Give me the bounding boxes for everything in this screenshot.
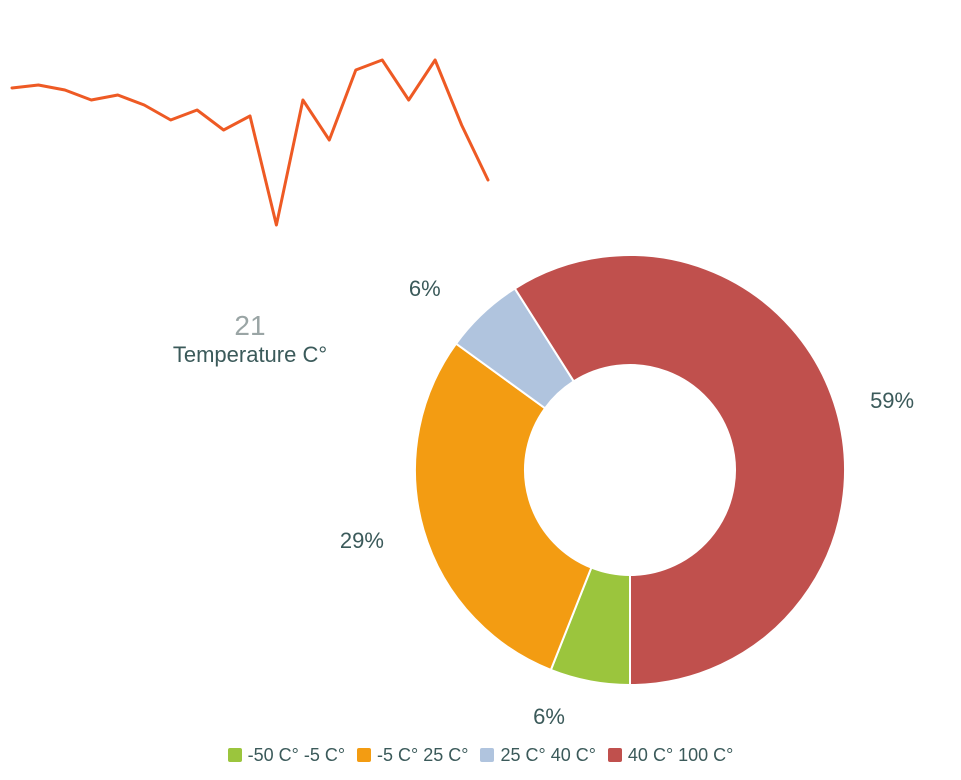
legend-swatch-1 [357,748,371,762]
legend-item-2: 25 C° 40 C° [480,744,595,766]
donut-slices [415,255,845,685]
sparkline-label: Temperature C° [140,342,360,368]
legend-label-2: 25 C° 40 C° [500,745,595,765]
donut-slice-label-0: 6% [533,704,565,730]
legend-swatch-2 [480,748,494,762]
legend-label-3: 40 C° 100 C° [628,745,733,765]
legend-swatch-3 [608,748,622,762]
legend-label-1: -5 C° 25 C° [377,745,468,765]
donut-slice-label-2: 6% [409,276,441,302]
sparkline-path [12,60,488,225]
donut-slice-label-1: 29% [340,528,384,554]
legend-label-0: -50 C° -5 C° [248,745,345,765]
legend: -50 C° -5 C° -5 C° 25 C° 25 C° 40 C° 40 C° … [0,744,961,766]
sparkline-value: 21 [210,310,290,342]
legend-swatch-0 [228,748,242,762]
legend-item-1: -5 C° 25 C° [357,744,468,766]
legend-item-0: -50 C° -5 C° [228,744,345,766]
donut-slice-label-3: 59% [870,388,914,414]
donut-chart [370,210,890,730]
donut-slice-1 [415,344,591,670]
chart-canvas: 21 Temperature C° 6% 29% 6% 59% -50 C° -5 C… [0,0,961,780]
legend-item-3: 40 C° 100 C° [608,744,733,766]
